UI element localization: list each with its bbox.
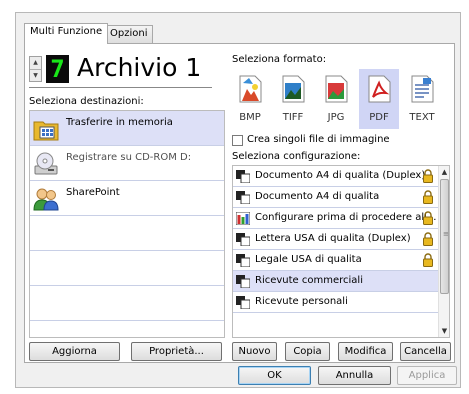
configurations-list: Documento A4 di qualita (Duplex) Documen…	[232, 165, 450, 338]
configurations-scrollbar[interactable]: ▲ ≡ ▼	[438, 166, 449, 337]
ok-button[interactable]: OK	[238, 366, 311, 385]
configuration-label: Ricevute commerciali	[255, 275, 363, 286]
configurations-label: Seleziona configurazione:	[232, 151, 361, 162]
format-label: TIFF	[282, 112, 304, 123]
format-label: TEXT	[409, 112, 435, 123]
tab-panel: ▲ ▼ 7 Archivio 1 Seleziona destinazioni:…	[24, 43, 455, 363]
format-label: JPG	[327, 112, 345, 123]
edit-configuration-button[interactable]: Modifica	[338, 342, 393, 361]
destination-item-sharepoint[interactable]: SharePoint	[30, 181, 224, 216]
scroll-down-icon[interactable]: ▼	[439, 325, 449, 337]
spinner-up-icon[interactable]: ▲	[30, 57, 41, 69]
format-label: BMP	[239, 112, 261, 123]
profile-name: Archivio 1	[77, 53, 202, 82]
grip-icon: ≡	[443, 230, 449, 238]
configuration-label: Legale USA di qualita	[255, 254, 362, 265]
bmp-file-icon	[239, 75, 262, 103]
pdf-file-icon	[368, 75, 391, 103]
single-image-files-checkbox[interactable]	[232, 135, 243, 146]
scanner-config-icon	[236, 296, 250, 309]
scanner-config-icon	[236, 254, 250, 267]
scroll-up-icon[interactable]: ▲	[439, 166, 449, 178]
configuration-item[interactable]: Lettera USA di qualita (Duplex)	[233, 229, 438, 250]
sharepoint-icon	[33, 188, 59, 211]
configuration-item[interactable]: Documento A4 di qualita (Duplex)	[233, 166, 438, 187]
configuration-label: Documento A4 di qualita	[255, 191, 380, 202]
profile-name-underline	[29, 87, 212, 88]
configuration-item[interactable]: Configurare prima di procedere all...	[233, 208, 438, 229]
lock-icon	[423, 211, 433, 225]
scanner-config-icon	[236, 191, 250, 204]
jpg-file-icon	[325, 75, 348, 103]
format-label: PDF	[369, 112, 389, 123]
scanner-config-icon	[236, 275, 250, 288]
destination-item-memory[interactable]: Trasferire in memoria	[30, 111, 224, 146]
destinations-label: Seleziona destinazioni:	[29, 96, 144, 107]
delete-configuration-button[interactable]: Cancella	[400, 342, 451, 361]
configuration-label: Configurare prima di procedere all...	[255, 212, 437, 223]
tab-opzioni[interactable]: Opzioni	[104, 25, 154, 43]
profile-number-display: 7	[46, 55, 69, 83]
destination-label: SharePoint	[66, 187, 120, 198]
scanner-config-icon	[236, 170, 250, 183]
folder-grid-icon	[33, 121, 59, 141]
configure-before-scan-icon	[236, 212, 250, 225]
apply-button[interactable]: Applica	[397, 366, 457, 385]
format-selector: BMP TIFF JPG PDF TEXT	[230, 69, 450, 129]
spinner-down-icon[interactable]: ▼	[30, 69, 41, 81]
lock-icon	[423, 169, 433, 183]
configuration-label: Documento A4 di qualita (Duplex)	[255, 170, 426, 181]
profile-spinner[interactable]: ▲ ▼	[29, 56, 42, 82]
destinations-list: Trasferire in memoria Registrare su CD-R…	[29, 110, 225, 338]
configuration-label: Ricevute personali	[255, 296, 348, 307]
format-tiff[interactable]: TIFF	[273, 69, 313, 129]
configuration-item[interactable]: Legale USA di qualita	[233, 250, 438, 271]
configuration-item[interactable]: Ricevute personali	[233, 292, 438, 313]
text-file-icon	[411, 75, 434, 103]
format-bmp[interactable]: BMP	[230, 69, 270, 129]
format-text[interactable]: TEXT	[402, 69, 442, 129]
copy-configuration-button[interactable]: Copia	[285, 342, 330, 361]
configuration-item-selected[interactable]: Ricevute commerciali	[233, 271, 438, 292]
destination-item-cd-rom[interactable]: Registrare su CD-ROM D:	[30, 146, 224, 181]
dialog-window: Multi Funzione Opzioni ▲ ▼ 7 Archivio 1 …	[15, 12, 461, 388]
lock-icon	[423, 190, 433, 204]
cancel-button[interactable]: Annulla	[318, 366, 391, 385]
new-configuration-button[interactable]: Nuovo	[232, 342, 277, 361]
single-image-files-label: Crea singoli file di immagine	[247, 134, 390, 145]
format-pdf[interactable]: PDF	[359, 69, 399, 129]
refresh-button[interactable]: Aggiorna	[29, 342, 120, 361]
configuration-label: Lettera USA di qualita (Duplex)	[255, 233, 411, 244]
destination-label: Trasferire in memoria	[66, 117, 173, 128]
tab-multi-funzione[interactable]: Multi Funzione	[24, 23, 109, 44]
destination-label: Registrare su CD-ROM D:	[66, 152, 192, 163]
configuration-item[interactable]: Documento A4 di qualita	[233, 187, 438, 208]
tiff-file-icon	[282, 75, 305, 103]
destination-item-empty	[30, 286, 224, 321]
lock-icon	[423, 253, 433, 267]
scrollbar-thumb[interactable]: ≡	[440, 179, 449, 294]
lock-icon	[423, 232, 433, 246]
properties-button[interactable]: Proprietà...	[131, 342, 222, 361]
format-jpg[interactable]: JPG	[316, 69, 356, 129]
destination-item-empty	[30, 251, 224, 286]
cd-rom-drive-icon	[34, 152, 58, 175]
destination-item-empty	[30, 216, 224, 251]
scanner-config-icon	[236, 233, 250, 246]
